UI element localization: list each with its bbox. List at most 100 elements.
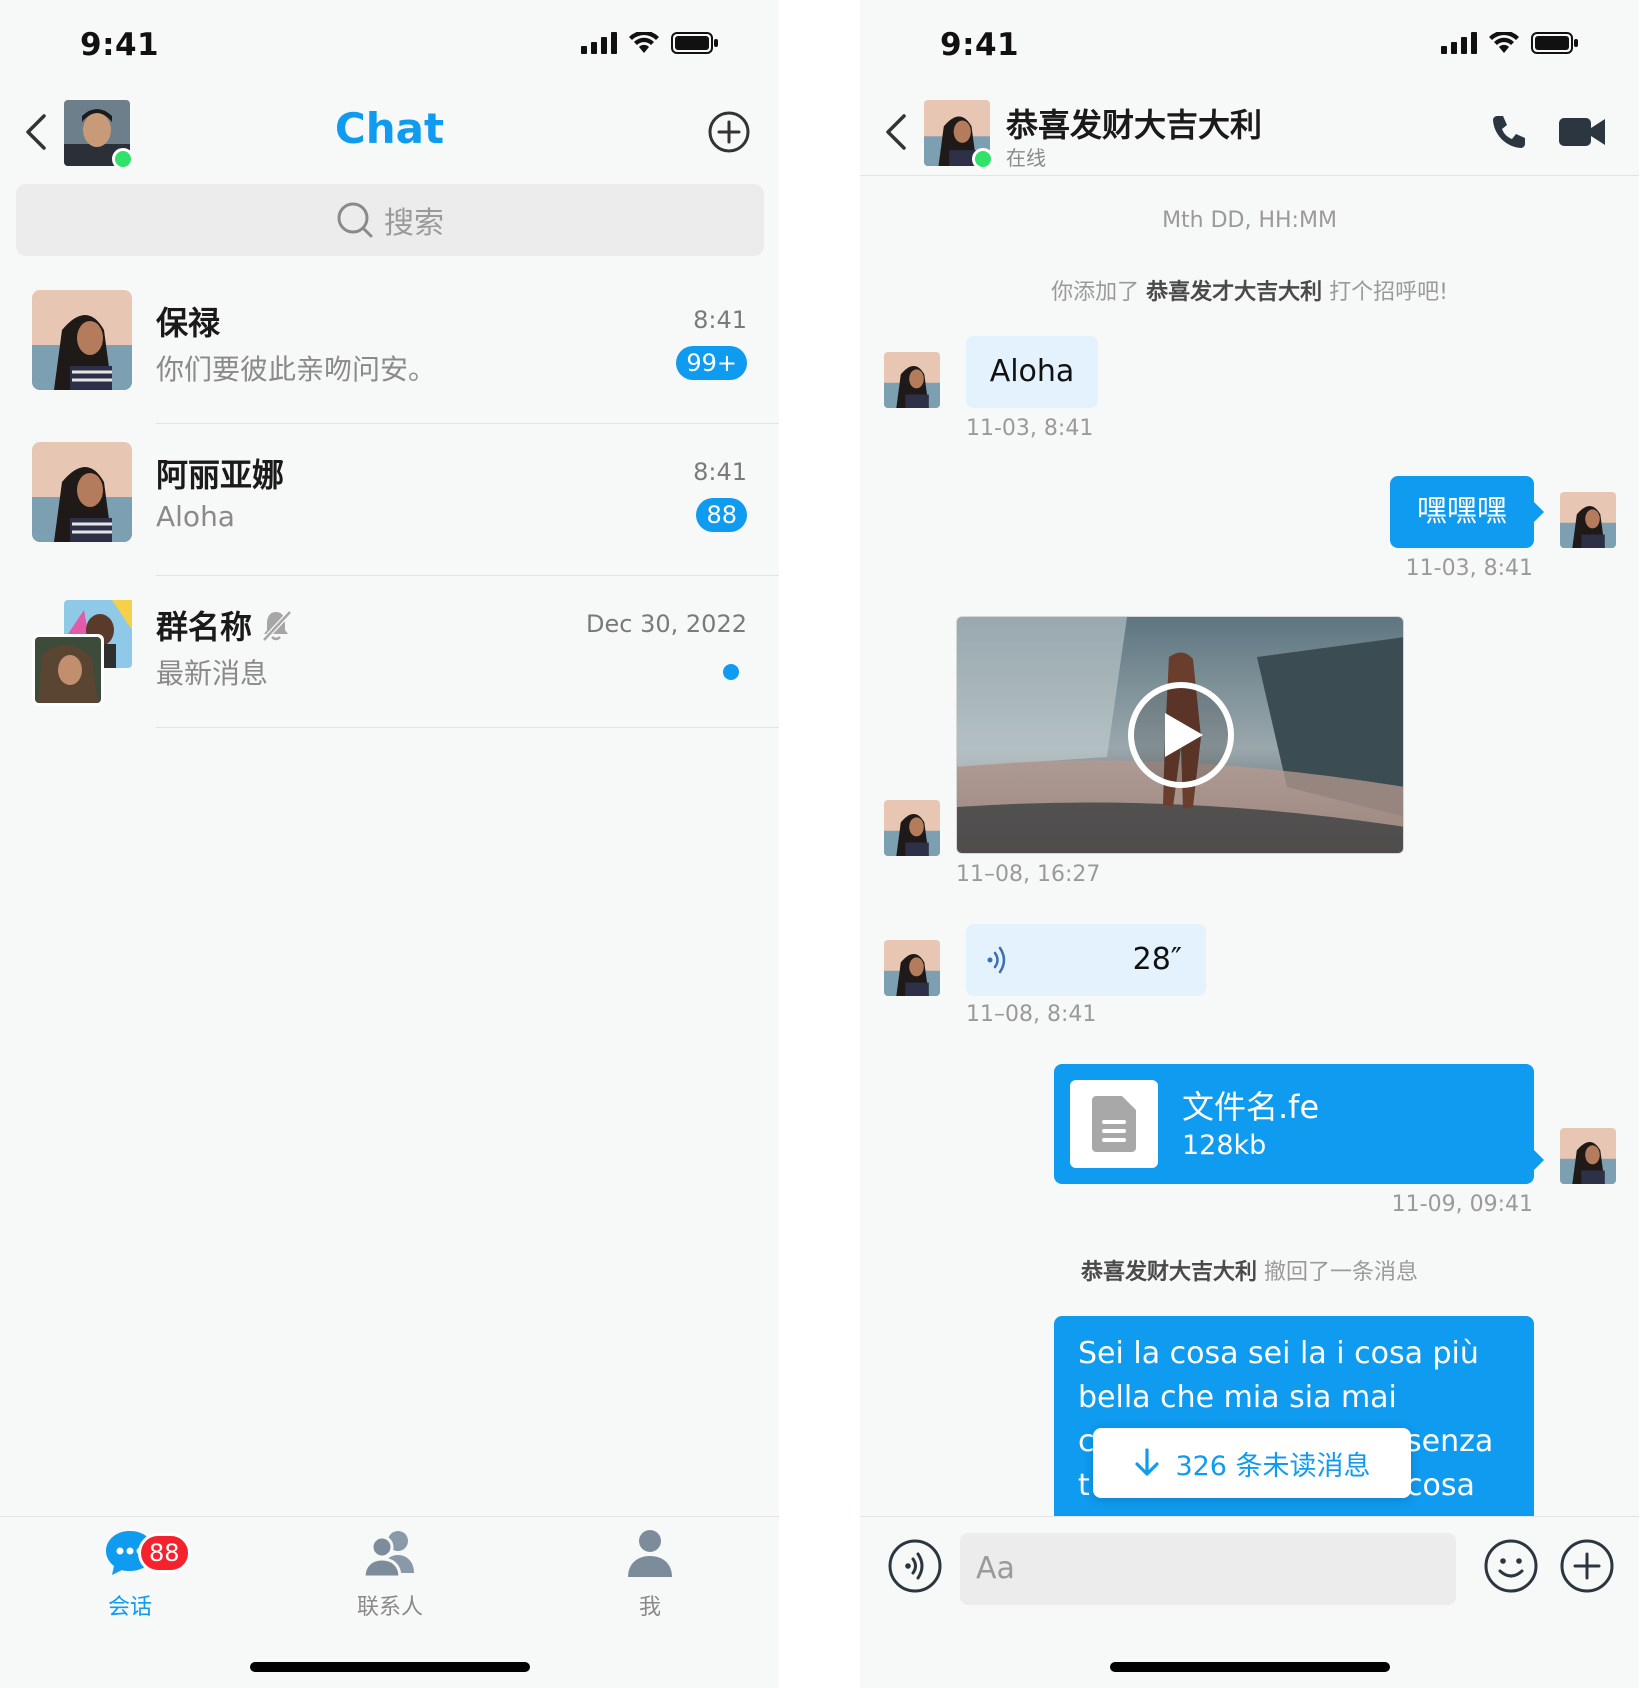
system-added-name: 恭喜发才大吉大利 [1146,280,1323,305]
conversation-name: 群名称 [156,602,292,648]
message-input[interactable]: Aa [960,1533,1456,1605]
chat-detail-screen: 9:41 恭喜发财大吉大利 在线 Mth DD, HH:MM 你添加了 恭喜发才… [860,0,1639,1688]
message-time: 11-03, 8:41 [1405,556,1533,581]
unread-messages-button[interactable]: 326 条未读消息 [1093,1428,1411,1498]
unread-badge: 88 [696,498,747,532]
arrow-down-icon [1135,1448,1160,1476]
cellular-signal-icon [581,32,617,54]
conversation-list: 保禄 你们要彼此亲吻问安。 8:41 99+ 阿丽亚娜 Aloha 8:41 8… [0,272,779,728]
status-time: 9:41 [940,27,1020,63]
message-bubble-incoming[interactable]: Aloha [966,336,1098,408]
unread-dot [723,664,739,680]
video-message[interactable] [956,616,1404,854]
conversation-item[interactable]: 阿丽亚娜 Aloha 8:41 88 [0,424,779,576]
system-added-prefix: 你添加了 [1051,280,1140,305]
video-camera-icon[interactable] [1559,114,1605,150]
message-time: 11–08, 8:41 [966,1002,1097,1027]
emoji-icon[interactable] [1482,1537,1540,1595]
tab-label: 联系人 [356,1595,423,1620]
battery-icon [1531,32,1578,54]
system-recall-notice: 恭喜发财大吉大利 撤回了一条消息 [860,1254,1639,1286]
bubble-tail [1534,1150,1544,1170]
voice-message[interactable]: 28″ [966,924,1206,996]
chat-list-header: Chat [0,92,779,172]
search-icon [337,202,373,238]
long-message-fragment: cosa [1406,1468,1475,1503]
tab-contacts[interactable]: 联系人 [310,1527,470,1621]
status-icons [581,32,719,54]
long-message-fragment: senza [1406,1424,1494,1459]
document-icon [1092,1096,1136,1152]
conversation-avatar [32,290,132,390]
online-status-dot [972,148,994,170]
message-avatar[interactable] [884,800,940,856]
group-avatar [32,600,132,706]
chat-header: 恭喜发财大吉大利 在线 [860,92,1639,176]
tab-label: 我 [638,1595,661,1620]
wifi-icon [1489,32,1519,53]
chat-list-screen: 9:41 Chat 搜索 保禄 你们要彼此亲吻问安。 8:41 99+ 阿丽亚娜… [0,0,779,1688]
conversation-item[interactable]: 群名称 最新消息 Dec 30, 2022 [0,576,779,728]
unread-badge: 99+ [676,346,747,380]
contacts-icon [362,1531,414,1579]
file-icon-box [1070,1080,1158,1168]
divider [156,727,779,728]
add-circle-icon[interactable] [707,110,751,154]
back-chevron-icon[interactable] [880,110,916,154]
tab-conversations[interactable]: 会话 88 [50,1527,210,1621]
long-message-line: Sei la cosa sei la i cosa più [1078,1336,1479,1371]
tab-badge: 88 [138,1533,191,1573]
group-name: 群名称 [156,608,253,646]
message-avatar[interactable] [884,940,940,996]
recall-text: 撤回了一条消息 [1264,1260,1419,1285]
conversation-name: 阿丽亚娜 [156,456,285,494]
cellular-signal-icon [1441,32,1477,54]
tab-label: 会话 [107,1595,152,1620]
timestamp-header: Mth DD, HH:MM [1162,208,1337,233]
message-avatar[interactable] [1560,492,1616,548]
system-added-notice: 你添加了 恭喜发才大吉大利 打个招呼吧! [860,274,1639,306]
mute-bell-icon [262,610,292,642]
peer-status: 在线 [1006,146,1046,170]
message-time: 11-09, 09:41 [1391,1192,1533,1217]
home-indicator [249,1662,530,1672]
page-title: Chat [334,104,445,153]
peer-avatar[interactable] [924,100,994,170]
conversation-time: Dec 30, 2022 [586,610,747,638]
add-attachment-icon[interactable] [1558,1537,1616,1595]
conversation-avatar [32,442,132,542]
search-placeholder: 搜索 [384,206,444,241]
person-icon [628,1530,672,1577]
conversation-time: 8:41 [693,306,747,334]
bubble-tail [1534,502,1544,522]
conversation-preview: 最新消息 [156,657,269,690]
message-avatar[interactable] [884,352,940,408]
message-bubble-outgoing[interactable]: 嘿嘿嘿 [1390,476,1544,548]
conversation-time: 8:41 [693,458,747,486]
conversation-item[interactable]: 保禄 你们要彼此亲吻问安。 8:41 99+ [0,272,779,424]
message-avatar[interactable] [1560,1128,1616,1184]
message-text: 嘿嘿嘿 [1417,494,1507,529]
video-thumbnail [957,617,1403,853]
message-time: 11-03, 8:41 [966,416,1094,441]
phone-call-icon[interactable] [1489,112,1529,152]
status-time: 9:41 [80,27,160,63]
conversation-preview: 你们要彼此亲吻问安。 [156,353,437,386]
long-message-line: bella che mia sia mai [1078,1380,1397,1415]
conversation-preview: Aloha [156,500,235,533]
voice-wave-icon [987,946,1006,974]
status-bar: 9:41 [860,0,1639,92]
file-name: 文件名.fe [1182,1088,1320,1126]
file-message[interactable]: 文件名.fe 128kb [1054,1064,1544,1184]
home-indicator [1109,1662,1390,1672]
peer-name: 恭喜发财大吉大利 [1006,106,1263,144]
search-bar[interactable]: 搜索 [16,184,764,256]
voice-input-icon[interactable] [886,1537,944,1595]
voice-duration: 28″ [1132,942,1182,977]
system-added-suffix: 打个招呼吧! [1329,280,1448,305]
unread-count-label: 326 条未读消息 [1175,1450,1371,1482]
file-size: 128kb [1182,1130,1267,1161]
tab-me[interactable]: 我 [570,1527,730,1621]
battery-icon [671,32,718,54]
wifi-icon [629,32,659,53]
